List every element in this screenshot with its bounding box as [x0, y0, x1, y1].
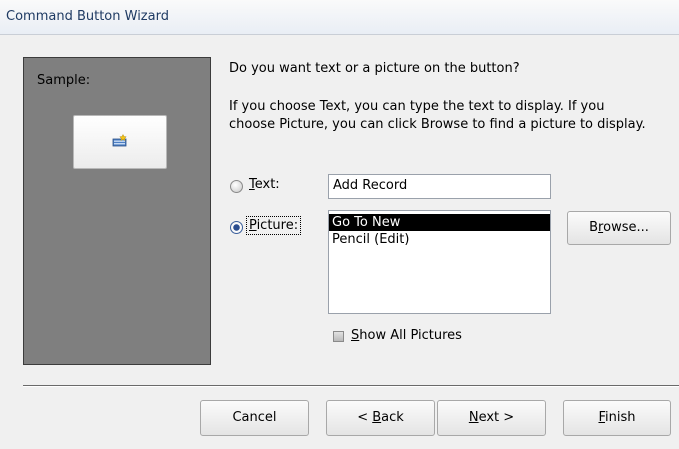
- next-button[interactable]: Next >: [437, 400, 546, 436]
- finish-button[interactable]: Finish: [563, 400, 671, 436]
- back-label-post: ack: [381, 410, 404, 425]
- picture-list-item-pencil-edit[interactable]: Pencil (Edit): [329, 231, 550, 248]
- browse-label-post: owse...: [603, 220, 649, 235]
- show-all-pictures-label[interactable]: Show All Pictures: [351, 328, 462, 343]
- show-all-label-rest: how All Pictures: [359, 328, 462, 343]
- cancel-button[interactable]: Cancel: [200, 400, 309, 436]
- sample-label: Sample:: [37, 73, 91, 88]
- picture-list[interactable]: Go To New Pencil (Edit): [328, 210, 551, 314]
- picture-option-label[interactable]: Picture:: [246, 216, 302, 235]
- prompt-question: Do you want text or a picture on the but…: [229, 61, 520, 76]
- next-label-post: ext >: [478, 410, 515, 425]
- back-button[interactable]: < Back: [326, 400, 435, 436]
- browse-button[interactable]: Browse...: [567, 211, 671, 245]
- window-title: Command Button Wizard: [6, 9, 169, 24]
- picture-option-radio[interactable]: [230, 221, 243, 234]
- button-text-input[interactable]: Add Record: [328, 174, 551, 199]
- back-accelerator: B: [372, 410, 382, 425]
- picture-list-item-go-to-new[interactable]: Go To New: [329, 214, 550, 231]
- title-bar: Command Button Wizard: [0, 0, 679, 35]
- help-text-line-1: If you choose Text, you can type the tex…: [229, 99, 605, 114]
- text-option-label[interactable]: Text:: [249, 177, 280, 192]
- add-record-icon: [112, 134, 127, 147]
- browse-label-pre: B: [589, 220, 599, 235]
- help-text-line-2: choose Picture, you can click Browse to …: [229, 117, 646, 132]
- show-all-pictures-checkbox[interactable]: [333, 331, 344, 342]
- picture-option-label-rest: icture:: [256, 218, 299, 233]
- back-label-pre: <: [357, 410, 373, 425]
- footer-divider: [23, 385, 679, 387]
- sample-panel: Sample:: [23, 57, 211, 365]
- finish-label-post: inish: [605, 410, 636, 425]
- picture-option-accelerator: P: [249, 218, 257, 233]
- text-option-label-rest: ext:: [254, 177, 280, 192]
- text-option-radio[interactable]: [230, 180, 243, 193]
- next-accelerator: N: [468, 410, 479, 425]
- button-text-value: Add Record: [333, 178, 408, 193]
- sample-button-preview: [73, 115, 167, 169]
